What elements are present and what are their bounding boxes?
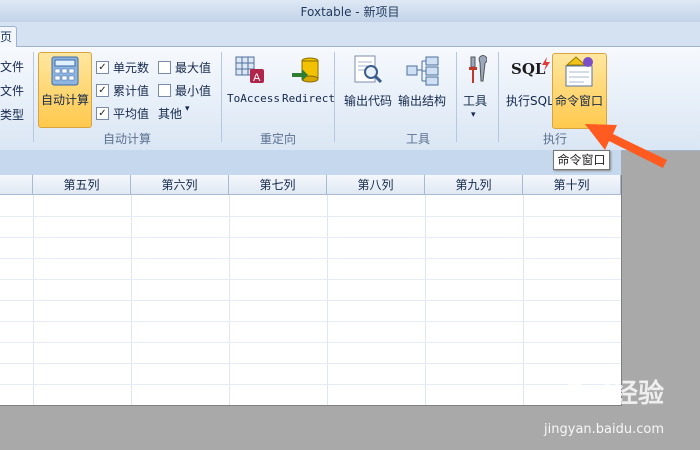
- checkbox-max-label: 最大值: [175, 61, 212, 75]
- separator: [456, 52, 457, 142]
- lightning-icon: [542, 57, 550, 71]
- tools-icon[interactable]: [465, 55, 487, 85]
- export-structure-label: 输出结构: [398, 94, 447, 108]
- group-label-autocalc: 自动计算: [103, 132, 152, 146]
- file-item-1[interactable]: 文件: [0, 58, 24, 75]
- checkbox-min[interactable]: [158, 84, 171, 97]
- redirect-icon[interactable]: [290, 55, 320, 85]
- chevron-down-icon: ▾: [471, 110, 476, 120]
- table-row[interactable]: [0, 363, 621, 364]
- file-item-2[interactable]: 文件: [0, 82, 24, 99]
- checkbox-min-label: 最小值: [175, 84, 212, 98]
- separator: [498, 52, 499, 142]
- separator: [33, 52, 34, 142]
- window-title: Foxtable - 新项目: [300, 5, 400, 19]
- group-label-tools: 工具: [406, 132, 431, 146]
- export-structure-icon[interactable]: [406, 56, 440, 86]
- tools-label: 工具: [463, 94, 488, 108]
- checkbox-cumulative[interactable]: ✓: [96, 84, 109, 97]
- column-header-8[interactable]: 第八列: [327, 175, 425, 195]
- ribbon-tab-strip: [0, 22, 700, 47]
- file-item-3[interactable]: 类型: [0, 106, 24, 123]
- watermark-url: jingyan.baidu.com: [544, 422, 664, 437]
- tab-active[interactable]: 页: [0, 26, 17, 48]
- separator: [221, 52, 222, 142]
- table-row[interactable]: [0, 237, 621, 238]
- table-row[interactable]: [0, 300, 621, 301]
- checkbox-average[interactable]: ✓: [96, 107, 109, 120]
- group-label-redirect: 重定向: [260, 132, 297, 146]
- export-code-label: 输出代码: [344, 94, 393, 108]
- tab-active-label: 页: [0, 30, 13, 44]
- svg-text:A: A: [253, 72, 261, 84]
- checkbox-max[interactable]: [158, 61, 171, 74]
- column-header-9[interactable]: 第九列: [425, 175, 523, 195]
- exec-sql-label[interactable]: 执行SQL: [506, 92, 554, 109]
- column-header-10[interactable]: 第十列: [523, 175, 621, 195]
- checkbox-cumulative-label: 累计值: [113, 84, 150, 98]
- export-code-icon[interactable]: [352, 54, 384, 86]
- toaccess-icon[interactable]: A: [234, 55, 266, 85]
- command-window-label: 命令窗口: [555, 94, 604, 108]
- data-grid[interactable]: 第五列 第六列 第七列 第八列 第九列 第十列: [0, 175, 622, 406]
- redirect-label: Redirect: [282, 92, 335, 105]
- title-bar: Foxtable - 新项目: [0, 0, 700, 23]
- column-header-6[interactable]: 第六列: [131, 175, 229, 195]
- auto-calc-button[interactable]: 自动计算: [38, 52, 92, 128]
- auto-calc-label: 自动计算: [41, 93, 90, 107]
- chevron-down-icon: ▾: [185, 104, 190, 114]
- table-row[interactable]: [0, 321, 621, 322]
- arrow-annotation-icon: [585, 124, 667, 168]
- separator: [334, 52, 335, 142]
- checkbox-unit-count[interactable]: ✓: [96, 61, 109, 74]
- checkbox-average-label: 平均值: [113, 107, 150, 121]
- table-row[interactable]: [0, 342, 621, 343]
- table-row[interactable]: [0, 279, 621, 280]
- column-header-7[interactable]: 第七列: [229, 175, 327, 195]
- calculator-icon: [51, 56, 79, 86]
- table-row[interactable]: [0, 384, 621, 385]
- table-row[interactable]: [0, 258, 621, 259]
- table-row[interactable]: [0, 216, 621, 217]
- command-window-icon: [565, 56, 593, 87]
- group-label-execute: 执行: [543, 132, 568, 146]
- other-dropdown[interactable]: 其他: [158, 105, 182, 122]
- column-header-partial[interactable]: [0, 175, 33, 195]
- formula-bar: [0, 150, 621, 176]
- toaccess-label: ToAccess: [227, 92, 280, 105]
- checkbox-unit-count-label: 单元数: [113, 61, 150, 75]
- column-header-5[interactable]: 第五列: [33, 175, 131, 195]
- watermark-logo: Bai经验: [565, 379, 664, 409]
